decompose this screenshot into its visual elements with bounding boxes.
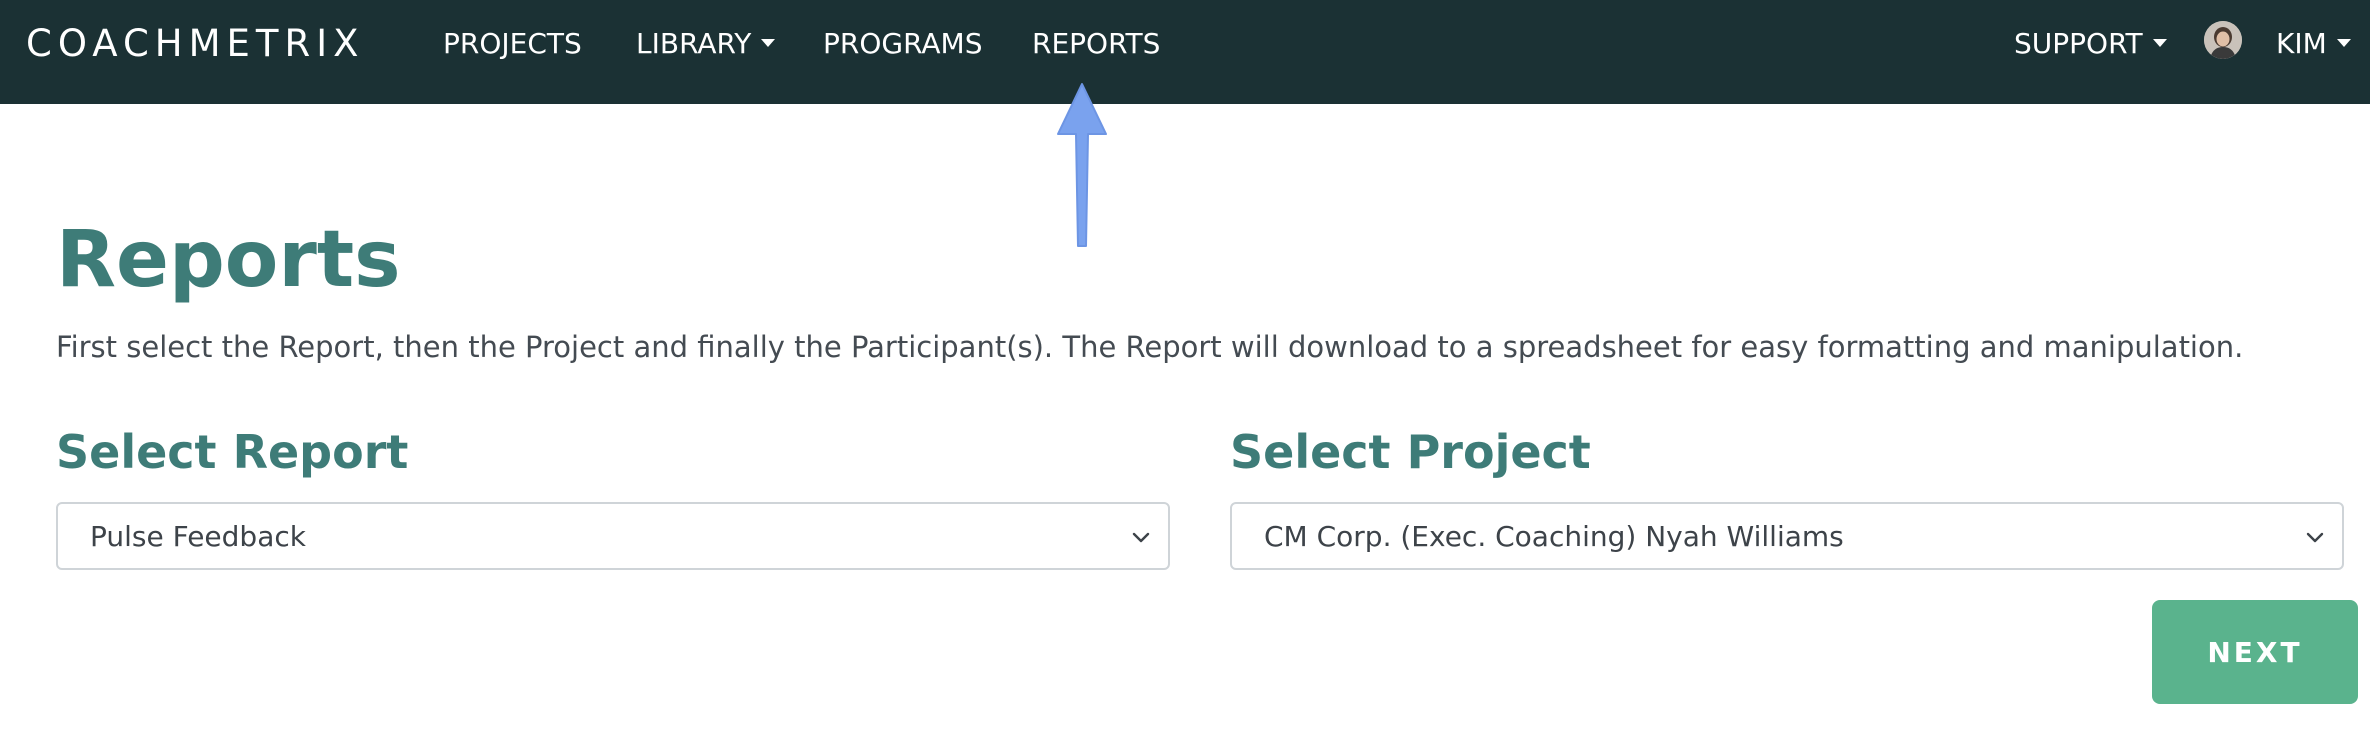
nav-item-support-label: SUPPORT [2014,27,2143,60]
report-select[interactable]: Pulse Feedback [56,502,1170,570]
nav-item-reports[interactable]: REPORTS [1032,26,1160,62]
avatar-photo-icon [2204,21,2242,59]
top-navbar: COACHMETRIX PROJECTS LIBRARY PROGRAMS RE… [0,0,2370,104]
nav-item-projects-label: PROJECTS [443,27,582,60]
nav-item-projects[interactable]: PROJECTS [443,26,582,62]
project-select[interactable]: CM Corp. (Exec. Coaching) Nyah Williams [1230,502,2344,570]
next-button[interactable]: NEXT [2152,600,2358,704]
report-select-value: Pulse Feedback [90,520,306,553]
nav-item-reports-label: REPORTS [1032,27,1161,60]
select-project-label: Select Project [1230,425,1591,479]
nav-item-library[interactable]: LIBRARY [636,26,776,62]
nav-item-support[interactable]: SUPPORT [2014,26,2167,62]
nav-item-programs[interactable]: PROGRAMS [823,26,982,62]
nav-item-library-label: LIBRARY [636,27,752,60]
brand-logo[interactable]: COACHMETRIX [26,22,365,66]
nav-item-programs-label: PROGRAMS [823,27,983,60]
page-title: Reports [56,215,401,305]
chevron-down-icon [1132,532,1150,543]
user-avatar[interactable] [2204,21,2242,59]
intro-text: First select the Report, then the Projec… [56,330,2244,364]
caret-down-icon [2336,39,2351,47]
project-select-value: CM Corp. (Exec. Coaching) Nyah Williams [1264,520,1844,553]
select-report-label: Select Report [56,425,409,479]
nav-item-user-label: KIM [2276,27,2327,60]
caret-down-icon [761,39,776,47]
nav-item-user[interactable]: KIM [2276,26,2351,62]
chevron-down-icon [2306,532,2324,543]
caret-down-icon [2152,39,2167,47]
annotation-arrow-icon [1057,83,1107,247]
